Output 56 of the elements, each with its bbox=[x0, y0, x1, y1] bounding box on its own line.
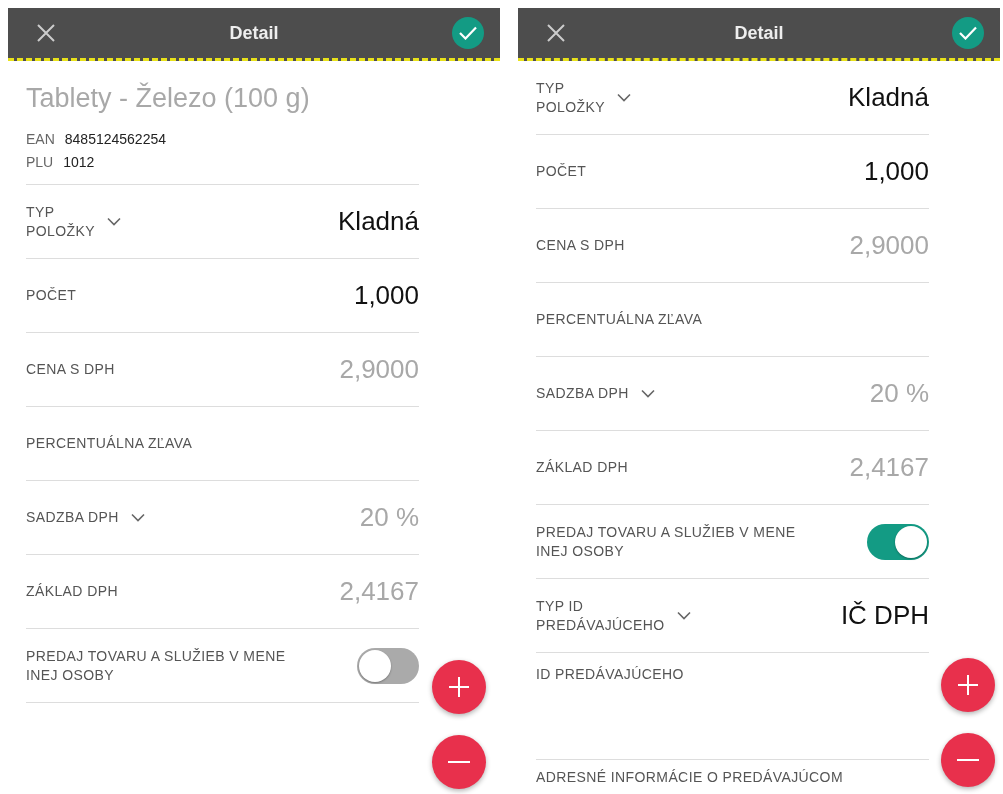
chevron-down-icon[interactable] bbox=[616, 93, 631, 102]
field-label: SADZBA DPH bbox=[536, 384, 629, 403]
field-value[interactable]: 1,000 bbox=[863, 156, 929, 187]
field-label: TYP ID PREDÁVAJÚCEHO bbox=[536, 596, 665, 635]
toggle-switch[interactable] bbox=[357, 647, 419, 684]
product-name: Tablety - Železo (100 g) bbox=[26, 81, 311, 115]
field-value[interactable]: 20 % bbox=[359, 502, 419, 533]
code-value: 1012 bbox=[63, 153, 95, 172]
remove-button[interactable] bbox=[941, 733, 995, 787]
check-icon bbox=[959, 26, 977, 40]
field-label: PERCENTUÁLNA ZĽAVA bbox=[536, 310, 703, 329]
remove-button[interactable] bbox=[432, 735, 486, 789]
chevron-down-icon[interactable] bbox=[130, 513, 145, 522]
plus-icon bbox=[448, 676, 470, 698]
chevron-down-icon[interactable] bbox=[676, 611, 691, 620]
field-value[interactable]: 1,000 bbox=[353, 280, 419, 311]
field-label: CENA S DPH bbox=[26, 360, 115, 379]
field-label: PERCENTUÁLNA ZĽAVA bbox=[26, 434, 193, 453]
field-label: ID PREDÁVAJÚCEHO bbox=[536, 665, 684, 684]
confirm-button[interactable] bbox=[452, 17, 484, 49]
field-value[interactable]: IČ DPH bbox=[840, 600, 929, 631]
field-value[interactable]: 2,4167 bbox=[849, 452, 929, 483]
chevron-down-icon[interactable] bbox=[106, 217, 121, 226]
field-value[interactable]: 2,9000 bbox=[849, 230, 929, 261]
add-button[interactable] bbox=[941, 658, 995, 712]
field-value[interactable]: Kladná bbox=[338, 206, 419, 237]
field-label: CENA S DPH bbox=[536, 236, 625, 255]
field-label: TYP POLOŽKY bbox=[536, 78, 605, 117]
chevron-down-icon[interactable] bbox=[640, 389, 655, 398]
code-label: EAN bbox=[26, 130, 55, 149]
field-label: PREDAJ TOVARU A SLUŽIEB V MENE INEJ OSOBY bbox=[26, 646, 286, 685]
field-label: POČET bbox=[26, 286, 77, 305]
field-label: TYP POLOŽKY bbox=[26, 202, 95, 241]
field-value[interactable]: 2,9000 bbox=[339, 354, 419, 385]
field-label: ZÁKLAD DPH bbox=[26, 582, 118, 601]
minus-icon bbox=[957, 759, 979, 761]
confirm-button[interactable] bbox=[952, 17, 984, 49]
close-icon[interactable] bbox=[36, 23, 56, 43]
field-label: ADRESNÉ INFORMÁCIE O PREDÁVAJÚCOM bbox=[536, 768, 843, 787]
close-icon[interactable] bbox=[546, 23, 566, 43]
field-label: ZÁKLAD DPH bbox=[536, 458, 628, 477]
code-label: PLU bbox=[26, 153, 54, 172]
field-label: POČET bbox=[536, 162, 587, 181]
screen-title: Detail bbox=[229, 22, 279, 44]
field-label: PREDAJ TOVARU A SLUŽIEB V MENE INEJ OSOBY bbox=[536, 522, 796, 561]
add-button[interactable] bbox=[432, 660, 486, 714]
toggle-switch[interactable] bbox=[867, 523, 929, 560]
minus-icon bbox=[448, 761, 470, 763]
field-value[interactable]: 20 % bbox=[869, 378, 929, 409]
screen-title: Detail bbox=[734, 22, 784, 44]
field-value[interactable]: 2,4167 bbox=[339, 576, 419, 607]
field-value[interactable]: Kladná bbox=[848, 82, 929, 113]
check-icon bbox=[459, 26, 477, 40]
code-value: 8485124562254 bbox=[64, 130, 167, 149]
plus-icon bbox=[957, 674, 979, 696]
field-label: SADZBA DPH bbox=[26, 508, 119, 527]
